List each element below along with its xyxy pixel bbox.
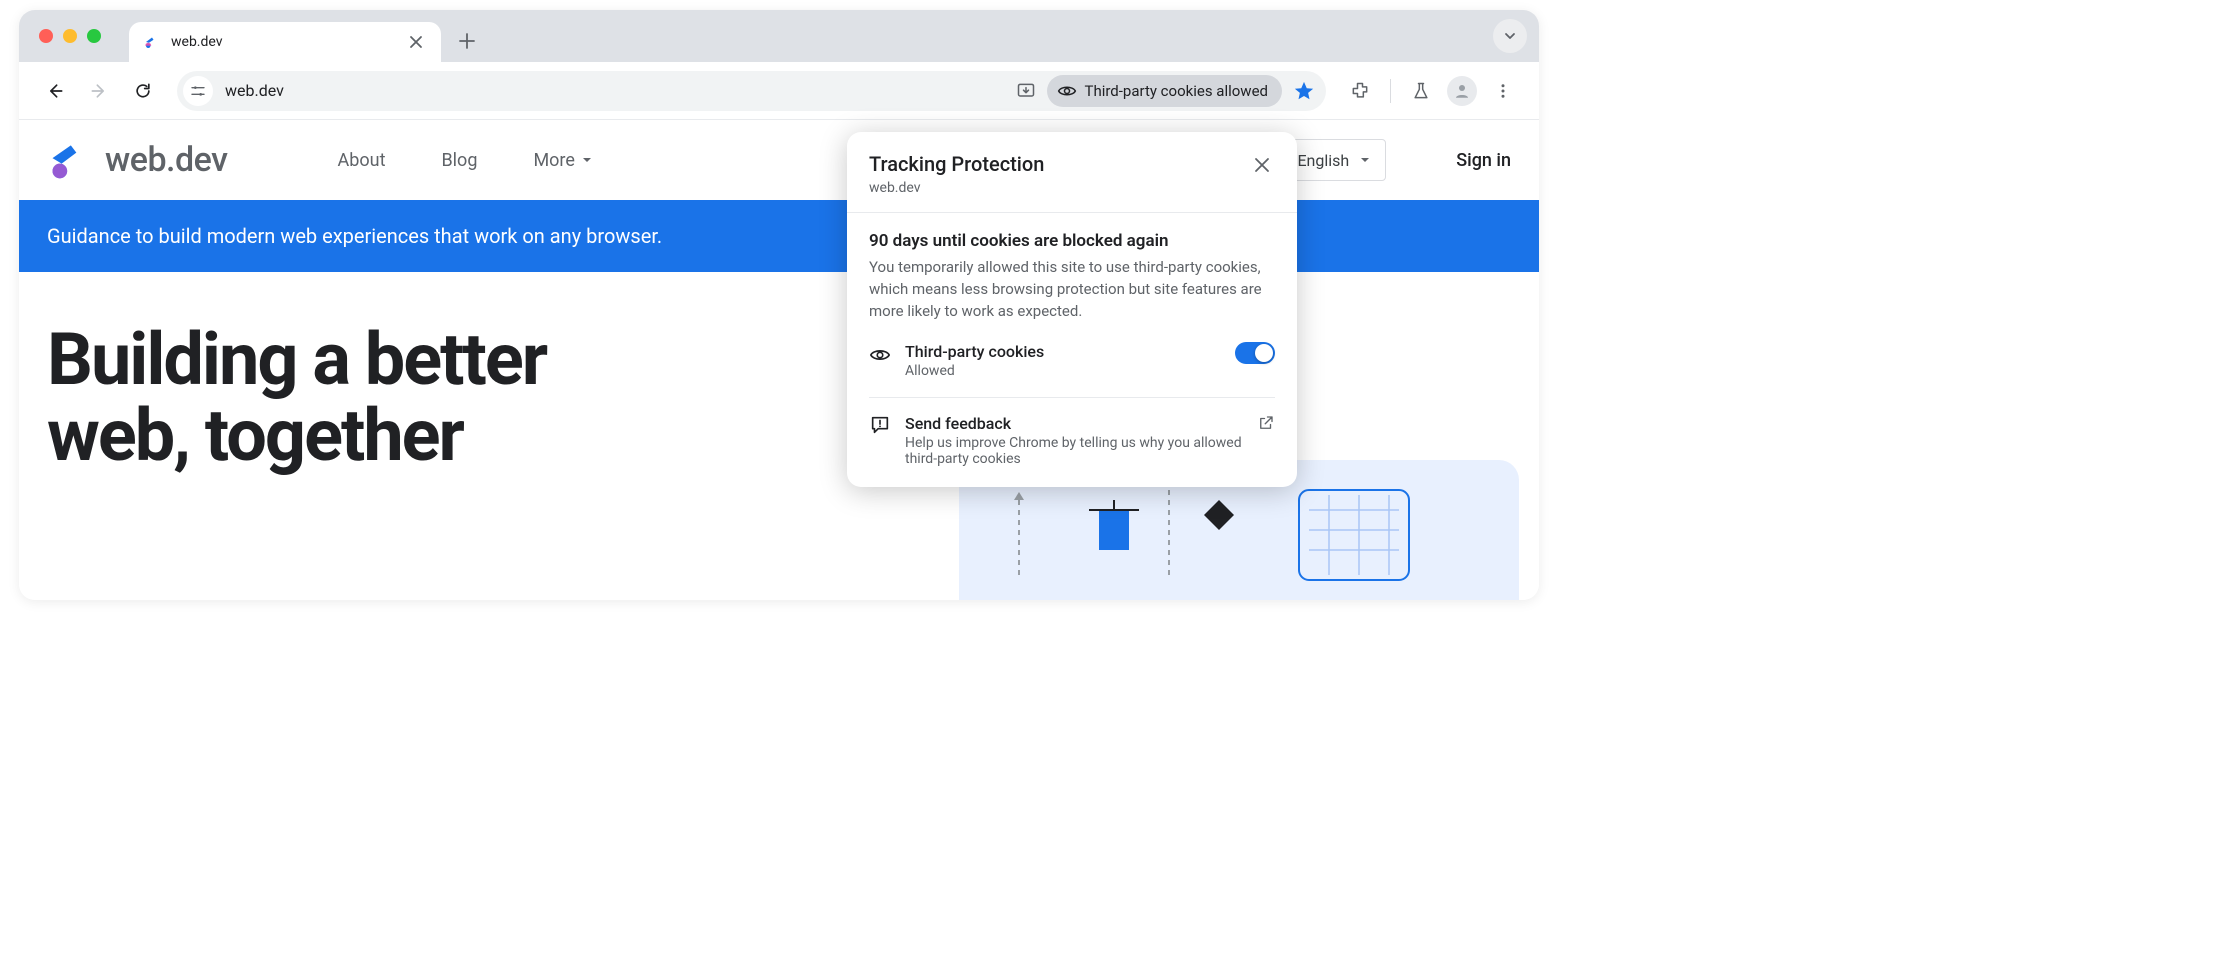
eye-icon bbox=[1057, 81, 1077, 101]
popover-heading: 90 days until cookies are blocked again bbox=[869, 231, 1275, 251]
site-logo[interactable]: web.dev bbox=[47, 138, 228, 182]
new-tab-button[interactable] bbox=[451, 29, 483, 53]
extensions-icon[interactable] bbox=[1342, 73, 1378, 109]
forward-button[interactable] bbox=[81, 73, 117, 109]
open-external-icon bbox=[1257, 414, 1275, 432]
popover-header: Tracking Protection web.dev bbox=[847, 132, 1297, 213]
site-banner: Guidance to build modern web experiences… bbox=[19, 200, 1539, 272]
popover-title: Tracking Protection bbox=[869, 152, 1249, 176]
feedback-icon bbox=[869, 414, 891, 436]
nav-more[interactable]: More bbox=[533, 150, 592, 171]
language-select[interactable]: English bbox=[1282, 139, 1386, 181]
close-window-button[interactable] bbox=[39, 29, 53, 43]
bookmark-star-icon[interactable] bbox=[1288, 80, 1320, 102]
language-label: English bbox=[1297, 151, 1349, 170]
cookie-row-status: Allowed bbox=[905, 363, 1221, 379]
cookie-chip-label: Third-party cookies allowed bbox=[1085, 82, 1269, 100]
browser-window: web.dev web.dev bbox=[19, 10, 1539, 600]
send-feedback-row[interactable]: Send feedback Help us improve Chrome by … bbox=[847, 398, 1297, 475]
page-content: web.dev About Blog More English Sign in … bbox=[19, 120, 1539, 600]
hero-section: Building a better web, together bbox=[19, 272, 1539, 473]
site-controls-button[interactable] bbox=[183, 76, 213, 106]
caret-down-icon bbox=[581, 154, 593, 166]
reload-button[interactable] bbox=[125, 73, 161, 109]
popover-site: web.dev bbox=[869, 180, 1249, 196]
popover-description: You temporarily allowed this site to use… bbox=[869, 257, 1275, 322]
sign-in-link[interactable]: Sign in bbox=[1456, 150, 1511, 171]
url-text: web.dev bbox=[219, 81, 1005, 100]
site-header: web.dev About Blog More English Sign in bbox=[19, 120, 1539, 200]
feedback-title: Send feedback bbox=[905, 414, 1243, 433]
popover-body: 90 days until cookies are blocked again … bbox=[847, 213, 1297, 322]
back-button[interactable] bbox=[37, 73, 73, 109]
tracking-protection-popover: Tracking Protection web.dev 90 days unti… bbox=[847, 132, 1297, 487]
tab-title: web.dev bbox=[171, 34, 395, 50]
cookie-toggle[interactable] bbox=[1235, 342, 1275, 364]
browser-tab[interactable]: web.dev bbox=[129, 22, 441, 62]
toolbar: web.dev Third-party cookies allowed bbox=[19, 62, 1539, 120]
install-app-icon[interactable] bbox=[1011, 81, 1041, 101]
tab-favicon bbox=[143, 33, 161, 51]
cookie-status-chip[interactable]: Third-party cookies allowed bbox=[1047, 75, 1283, 107]
popover-close-button[interactable] bbox=[1249, 152, 1275, 178]
tab-close-button[interactable] bbox=[405, 31, 427, 53]
banner-text: Guidance to build modern web experiences… bbox=[47, 224, 662, 248]
tab-strip: web.dev bbox=[19, 10, 1539, 62]
site-nav: About Blog More bbox=[338, 150, 593, 171]
nav-about[interactable]: About bbox=[338, 150, 386, 171]
caret-down-icon bbox=[1359, 154, 1371, 166]
close-icon bbox=[1253, 156, 1271, 174]
profile-avatar[interactable] bbox=[1447, 76, 1477, 106]
window-controls bbox=[39, 29, 101, 43]
kebab-menu-icon[interactable] bbox=[1485, 73, 1521, 109]
labs-icon[interactable] bbox=[1403, 73, 1439, 109]
tab-search-button[interactable] bbox=[1493, 19, 1527, 53]
toolbar-separator bbox=[1390, 79, 1391, 103]
cookie-row-title: Third-party cookies bbox=[905, 342, 1221, 361]
site-logo-text: web.dev bbox=[105, 140, 228, 180]
address-bar[interactable]: web.dev Third-party cookies allowed bbox=[177, 71, 1326, 111]
webdev-logo-icon bbox=[47, 138, 91, 182]
cookie-toggle-row: Third-party cookies Allowed bbox=[847, 322, 1297, 397]
eye-icon bbox=[869, 344, 891, 366]
minimize-window-button[interactable] bbox=[63, 29, 77, 43]
nav-blog[interactable]: Blog bbox=[441, 150, 477, 171]
maximize-window-button[interactable] bbox=[87, 29, 101, 43]
feedback-desc: Help us improve Chrome by telling us why… bbox=[905, 435, 1243, 467]
